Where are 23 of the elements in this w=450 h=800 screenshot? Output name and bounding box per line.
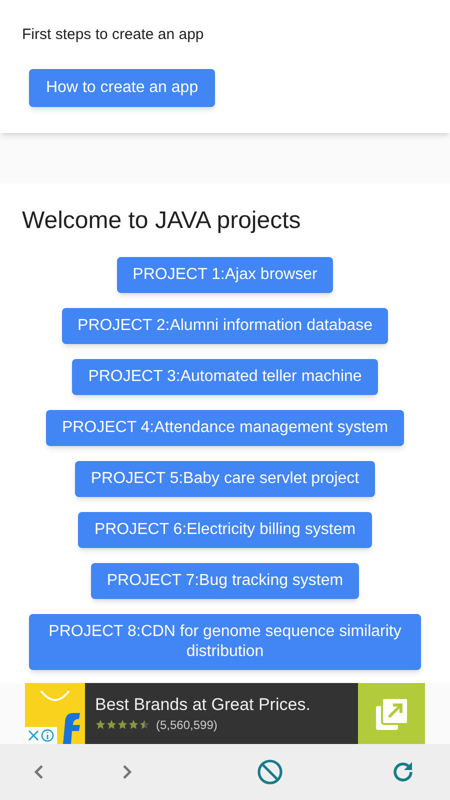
project-button[interactable]: PROJECT 4:Attendance management system [46, 410, 404, 446]
star-icon [139, 719, 150, 730]
star-icon [117, 719, 128, 730]
star-icon [106, 719, 117, 730]
project-button[interactable]: PROJECT 7:Bug tracking system [90, 562, 360, 598]
star-icon [95, 719, 106, 730]
ad-banner[interactable]: Best Brands at Great Prices. (5,560,599) [25, 683, 425, 744]
stop-button[interactable] [256, 758, 284, 786]
create-app-button[interactable]: How to create an app [29, 68, 216, 106]
close-icon[interactable] [28, 730, 39, 741]
project-button[interactable]: PROJECT 5:Baby care servlet project [74, 460, 376, 496]
project-button[interactable]: PROJECT 1:Ajax browser [116, 256, 334, 292]
info-icon[interactable] [41, 729, 54, 742]
projects-title: Welcome to JAVA projects [22, 206, 302, 236]
project-button[interactable]: PROJECT 6:Electricity billing system [78, 512, 372, 548]
project-button[interactable]: PROJECT 2:Alumni information database [62, 308, 388, 344]
ad-choices[interactable] [25, 727, 57, 744]
intro-text: First steps to create an app [22, 25, 204, 45]
project-button[interactable]: PROJECT 3:Automated teller machine [72, 358, 378, 394]
star-icon [128, 719, 139, 730]
ad-headline: Best Brands at Great Prices. [95, 694, 312, 716]
review-count: (5,560,599) [156, 716, 218, 734]
project-button[interactable]: PROJECT 8:CDN for genome sequence similarity distribution [29, 614, 421, 670]
